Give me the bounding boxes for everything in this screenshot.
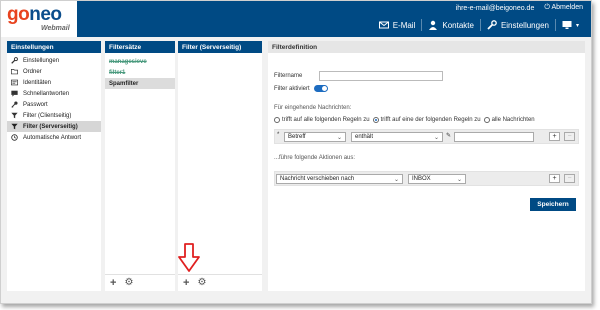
arrow-down-icon (178, 243, 200, 272)
sidebar-item-identitaeten[interactable]: Identitäten (7, 77, 101, 88)
remove-rule-button[interactable]: − (564, 132, 575, 141)
nav-contacts[interactable]: Kontakte (422, 17, 480, 33)
filtersets-footer: + ⚙ (105, 274, 175, 291)
caret-down-icon: ▾ (575, 22, 579, 29)
main-nav: E-Mail Kontakte Einstellungen ▾ (373, 17, 585, 33)
add-action-button[interactable]: + (549, 174, 560, 183)
gear-icon[interactable]: ⚙ (197, 278, 206, 288)
chevron-down-icon: ⌄ (393, 176, 399, 183)
filter-active-row: Filter aktiviert (274, 85, 328, 92)
id-card-icon (11, 79, 18, 86)
power-icon: ⏻ (544, 4, 550, 11)
remove-action-button[interactable]: − (564, 174, 575, 183)
account-email: ihre-e-mail@beigoneo.de (455, 4, 535, 12)
reply-icon (11, 90, 18, 97)
filtersets-panel: Filtersätze managesieve filter1 Spamfilt… (105, 41, 175, 291)
filtername-input[interactable] (319, 71, 443, 81)
filtersets-panel-title: Filtersätze (105, 41, 175, 53)
sidebar-item-ordner[interactable]: Ordner (7, 66, 101, 77)
chevron-down-icon: ⌄ (433, 134, 439, 141)
radio-all-rules[interactable] (274, 117, 280, 123)
add-filterset-icon[interactable]: + (110, 278, 116, 289)
rule-value-input[interactable] (454, 132, 534, 142)
save-button[interactable]: Speichern (530, 198, 576, 211)
radio-all-messages-label: alle Nachrichten (491, 117, 535, 123)
action-select[interactable]: Nachricht verschieben nach ⌄ (276, 174, 403, 184)
chevron-down-icon: ⌄ (336, 134, 342, 141)
rule-operator-select[interactable]: enthält ⌄ (351, 132, 443, 142)
envelope-icon (378, 21, 389, 29)
match-mode-group: trifft auf alle folgenden Regeln zu trif… (274, 117, 535, 123)
sidebar-item-filter-serverseitig[interactable]: Filter (Serverseitig) (7, 121, 101, 132)
add-rule-button[interactable]: + (549, 132, 560, 141)
add-filter-icon[interactable]: + (183, 278, 189, 289)
sidebar-item-schnellantworten[interactable]: Schnellantworten (7, 88, 101, 99)
chevron-down-icon: ⌄ (456, 176, 462, 183)
serverfilters-panel-title: Filter (Serverseitig) (178, 41, 262, 53)
radio-any-rule[interactable] (372, 117, 379, 123)
filter-active-label: Filter aktiviert (274, 85, 310, 92)
tag-icon: ✎ (446, 133, 452, 139)
sidebar-item-filter-clientseitig[interactable]: Filter (Clientseitig) (7, 110, 101, 121)
display-menu[interactable]: ▾ (556, 17, 585, 33)
settings-list: Einstellungen Ordner Identitäten Schnell… (7, 55, 101, 143)
sidebar-item-automatische-antwort[interactable]: Automatische Antwort (7, 132, 101, 143)
logo[interactable]: goneo Webmail (1, 1, 77, 37)
monitor-icon (562, 21, 572, 29)
serverfilters-footer: + ⚙ (178, 274, 262, 291)
sidebar-item-passwort[interactable]: Passwort (7, 99, 101, 110)
gear-icon[interactable]: ⚙ (124, 278, 133, 288)
logout-link[interactable]: ⏻ Abmelden (544, 4, 583, 12)
logo-subtitle: Webmail (41, 25, 70, 32)
sidebar-item-einstellungen[interactable]: Einstellungen (7, 55, 101, 66)
settings-panel: Einstellungen Einstellungen Ordner Ident… (7, 41, 101, 291)
folder-icon (11, 69, 18, 75)
wrench-icon (11, 57, 18, 64)
key-icon (11, 101, 18, 108)
logo-wordmark: goneo (7, 4, 62, 25)
account-bar: ihre-e-mail@beigoneo.de ⏻ Abmelden (456, 4, 583, 12)
filter-active-toggle[interactable] (313, 85, 328, 92)
radio-all-rules-label: trifft auf alle folgenden Regeln zu (282, 117, 370, 123)
actions-label: ...führe folgende Aktionen aus: (274, 155, 356, 161)
top-header: goneo Webmail ihre-e-mail@beigoneo.de ⏻ … (1, 1, 591, 37)
required-marker: * (277, 132, 280, 138)
filter-icon (11, 123, 18, 130)
rule-field-select[interactable]: Betreff ⌄ (284, 132, 346, 142)
filtername-label: Filtername (274, 73, 303, 79)
filterset-item[interactable]: managesieve (105, 56, 175, 67)
settings-panel-title: Einstellungen (7, 41, 101, 53)
filterset-item-selected[interactable]: Spamfilter (105, 78, 175, 89)
wrench-icon (487, 20, 497, 30)
radio-any-rule-label: trifft auf eine der folgenden Regeln zu (380, 117, 481, 123)
filterset-item[interactable]: filter1 (105, 67, 175, 78)
nav-settings[interactable]: Einstellungen (481, 17, 555, 33)
incoming-label: Für eingehende Nachrichten: (274, 105, 352, 111)
filter-icon (11, 112, 18, 119)
nav-email[interactable]: E-Mail (373, 17, 422, 33)
filterdef-panel-title: Filterdefinition (268, 41, 585, 53)
filtersets-list: managesieve filter1 Spamfilter (105, 56, 175, 89)
window: goneo Webmail ihre-e-mail@beigoneo.de ⏻ … (0, 0, 592, 304)
radio-all-messages[interactable] (483, 117, 490, 123)
clock-icon (11, 134, 18, 141)
person-icon (429, 20, 438, 30)
target-folder-select[interactable]: INBOX ⌄ (408, 174, 466, 184)
filtername-row: Filtername (274, 71, 443, 81)
